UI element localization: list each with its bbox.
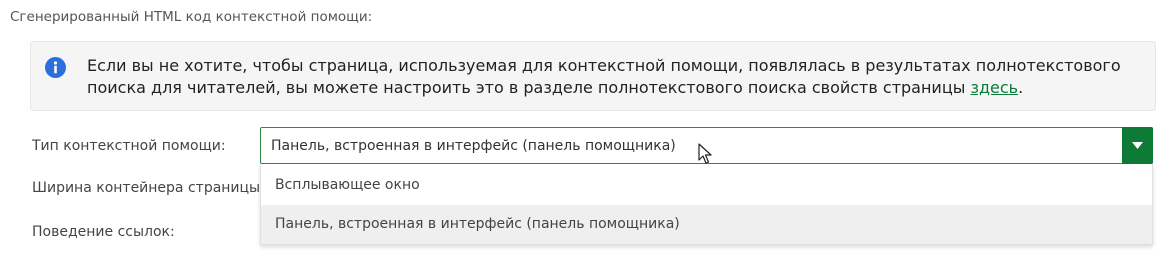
info-link-here[interactable]: здесь xyxy=(970,78,1018,97)
dropdown-option-panel[interactable]: Панель, встроенная в интерфейс (панель п… xyxy=(261,205,1152,244)
link-behavior-label: Поведение ссылок: xyxy=(32,224,175,240)
chevron-down-icon xyxy=(1132,142,1143,149)
info-text-main: Если вы не хотите, чтобы страница, испол… xyxy=(87,56,1121,97)
section-title: Сгенерированный HTML код контекстной пом… xyxy=(10,9,373,25)
info-text-end: . xyxy=(1018,78,1024,97)
help-type-label: Тип контекстной помощи: xyxy=(32,138,226,154)
info-text: Если вы не хотите, чтобы страница, испол… xyxy=(87,55,1137,99)
help-type-dropdown: Всплывающее окно Панель, встроенная в ин… xyxy=(260,164,1153,245)
select-arrow-button[interactable] xyxy=(1122,127,1153,164)
info-box: Если вы не хотите, чтобы страница, испол… xyxy=(30,41,1156,111)
info-circle-icon xyxy=(45,57,66,78)
page-width-label: Ширина контейнера страницы: xyxy=(32,180,265,196)
mouse-cursor-icon xyxy=(698,143,712,164)
help-type-select-value: Панель, встроенная в интерфейс (панель п… xyxy=(271,138,676,154)
dropdown-option-popup[interactable]: Всплывающее окно xyxy=(261,166,1152,205)
